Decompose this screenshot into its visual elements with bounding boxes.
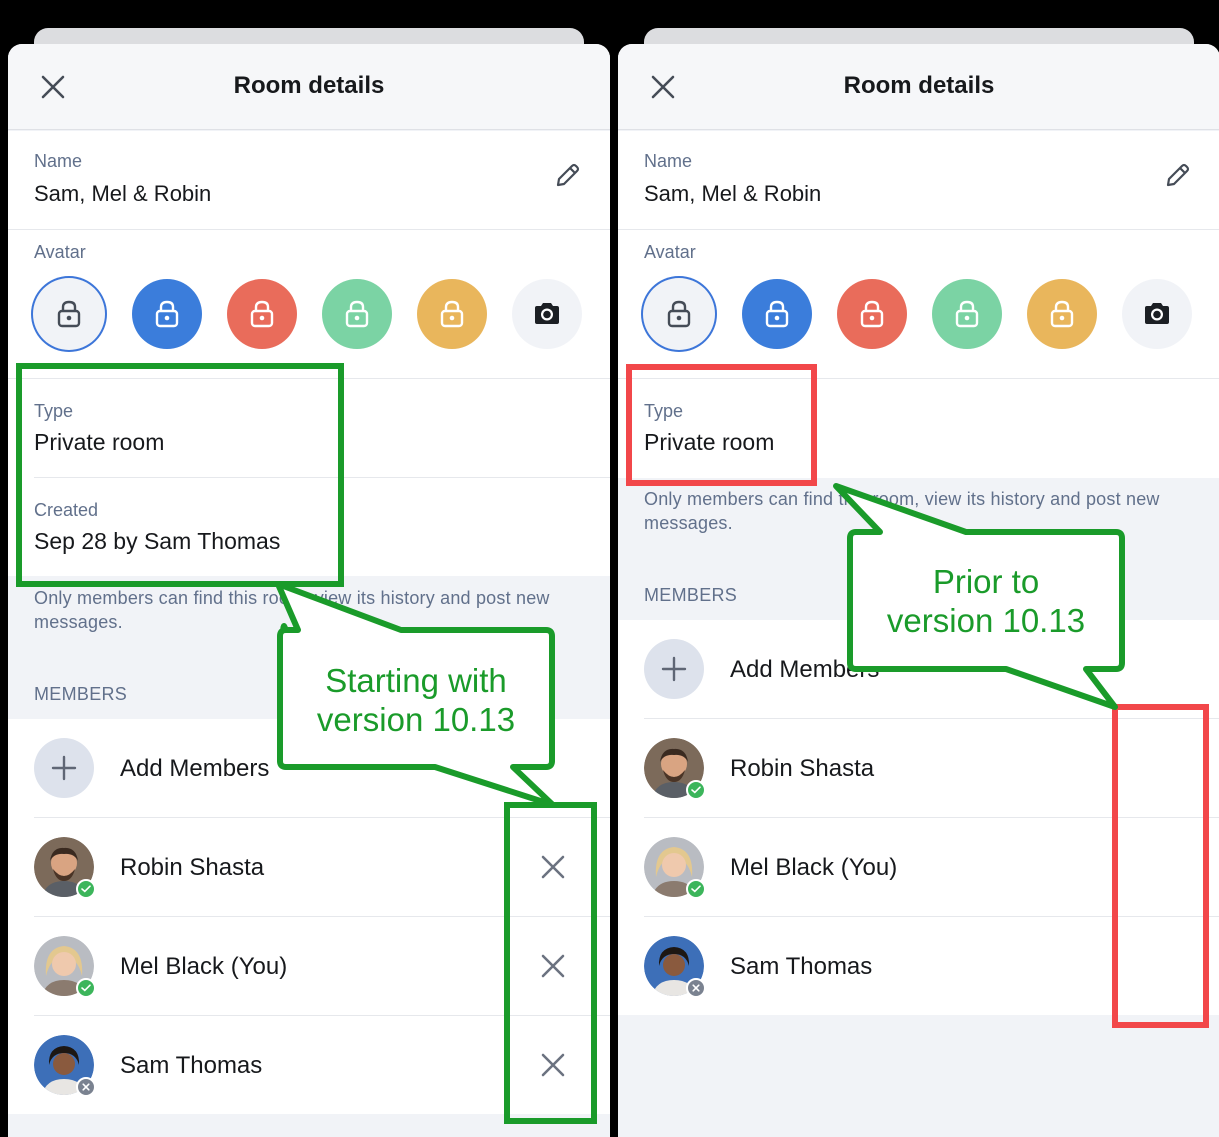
avatar (34, 837, 96, 899)
name-label: Name (644, 151, 693, 171)
screenshot-after: Room details Name Sam, Mel & Robin Avata… (8, 6, 610, 1137)
name-row[interactable]: Name Sam, Mel & Robin (618, 131, 1219, 229)
type-label: Type (644, 401, 684, 421)
annotation-line-2: version 10.13 (886, 602, 1086, 639)
offline-status-icon (76, 1077, 96, 1097)
remove-member-icon[interactable] (540, 953, 566, 979)
lock-icon (345, 300, 369, 328)
type-row: Type Private room (8, 379, 610, 478)
add-members-label: Add Members (730, 656, 880, 683)
type-value: Private room (34, 429, 165, 455)
online-check-icon (686, 879, 706, 899)
member-name: Robin Shasta (120, 854, 265, 881)
member-row[interactable]: Robin Shasta (8, 818, 610, 916)
privacy-note: Only members can find this room, view it… (34, 588, 550, 632)
lock-icon (155, 300, 179, 328)
type-value: Private room (644, 429, 775, 455)
room-name-value: Sam, Mel & Robin (644, 181, 822, 206)
online-check-icon (686, 780, 706, 800)
camera-icon (535, 303, 559, 324)
screenshot-before: Room details Name Sam, Mel & Robin Avata… (618, 6, 1219, 1137)
members-list: Add Members Robin Shasta Mel Black (You) (8, 719, 610, 1114)
created-value: Sep 28 by Sam Thomas (34, 528, 281, 554)
created-label: Created (34, 500, 99, 520)
lock-icon (955, 300, 979, 328)
member-name: Mel Black (You) (730, 854, 898, 881)
annotation-text: Prior to version 10.13 (850, 562, 1122, 640)
remove-member-icon[interactable] (540, 854, 566, 880)
name-label: Name (34, 151, 83, 171)
avatar-option-photo[interactable] (1122, 279, 1192, 349)
page-title: Room details (233, 72, 385, 99)
avatar (644, 738, 706, 800)
avatar-option-blue[interactable] (132, 279, 202, 349)
avatar-label: Avatar (34, 242, 86, 262)
created-row: Created Sep 28 by Sam Thomas (8, 478, 610, 576)
members-list: Add Members Robin Shasta Mel Black (You) (618, 620, 1219, 1015)
lock-icon (765, 300, 789, 328)
add-members-label: Add Members (120, 755, 270, 782)
avatar-option-yellow[interactable] (417, 279, 487, 349)
pencil-icon[interactable] (552, 161, 582, 191)
annotation-line-1: Starting with (325, 662, 507, 699)
members-heading: MEMBERS (644, 585, 738, 605)
members-heading: MEMBERS (34, 684, 128, 704)
lock-icon (1050, 300, 1074, 328)
avatar-option-green[interactable] (932, 279, 1002, 349)
avatar (644, 837, 706, 899)
avatar-option-default[interactable] (31, 276, 107, 352)
member-row[interactable]: Robin Shasta (618, 719, 1219, 817)
avatar (644, 936, 706, 998)
privacy-note: Only members can find this room, view it… (644, 489, 1160, 533)
avatar-option-red[interactable] (227, 279, 297, 349)
page-title: Room details (843, 72, 995, 99)
type-label: Type (34, 401, 74, 421)
remove-member-icon[interactable] (540, 1052, 566, 1078)
camera-icon (1145, 303, 1169, 324)
member-row[interactable]: Mel Black (You) (8, 917, 610, 1015)
annotation-line-1: Prior to (932, 563, 1040, 600)
member-row[interactable]: Sam Thomas (618, 917, 1219, 1015)
annotation-text: Starting with version 10.13 (280, 661, 552, 739)
room-name-value: Sam, Mel & Robin (34, 181, 212, 206)
room-details-sheet: Room details Name Sam, Mel & Robin Avata… (8, 44, 610, 1137)
lock-icon (667, 300, 691, 328)
member-name: Mel Black (You) (120, 953, 288, 980)
pencil-icon[interactable] (1162, 161, 1192, 191)
avatar-option-red[interactable] (837, 279, 907, 349)
avatar (34, 1035, 96, 1097)
lock-icon (440, 300, 464, 328)
add-icon (34, 738, 94, 798)
online-check-icon (76, 879, 96, 899)
lock-icon (250, 300, 274, 328)
lock-icon (860, 300, 884, 328)
avatar-label: Avatar (644, 242, 696, 262)
lock-icon (57, 300, 81, 328)
member-name: Robin Shasta (730, 755, 875, 782)
sheet-header: Room details (618, 44, 1219, 130)
name-row[interactable]: Name Sam, Mel & Robin (8, 131, 610, 229)
annotation-line-2: version 10.13 (316, 701, 516, 738)
type-row: Type Private room (618, 379, 1219, 478)
avatar-option-photo[interactable] (512, 279, 582, 349)
add-icon (644, 639, 704, 699)
member-name: Sam Thomas (120, 1052, 263, 1079)
avatar (34, 936, 96, 998)
member-name: Sam Thomas (730, 953, 873, 980)
avatar-option-yellow[interactable] (1027, 279, 1097, 349)
member-row[interactable]: Mel Black (You) (618, 818, 1219, 916)
sheet-header: Room details (8, 44, 610, 130)
avatar-option-blue[interactable] (742, 279, 812, 349)
online-check-icon (76, 978, 96, 998)
avatar-option-default[interactable] (641, 276, 717, 352)
avatar-option-green[interactable] (322, 279, 392, 349)
member-row[interactable]: Sam Thomas (8, 1016, 610, 1114)
offline-status-icon (686, 978, 706, 998)
